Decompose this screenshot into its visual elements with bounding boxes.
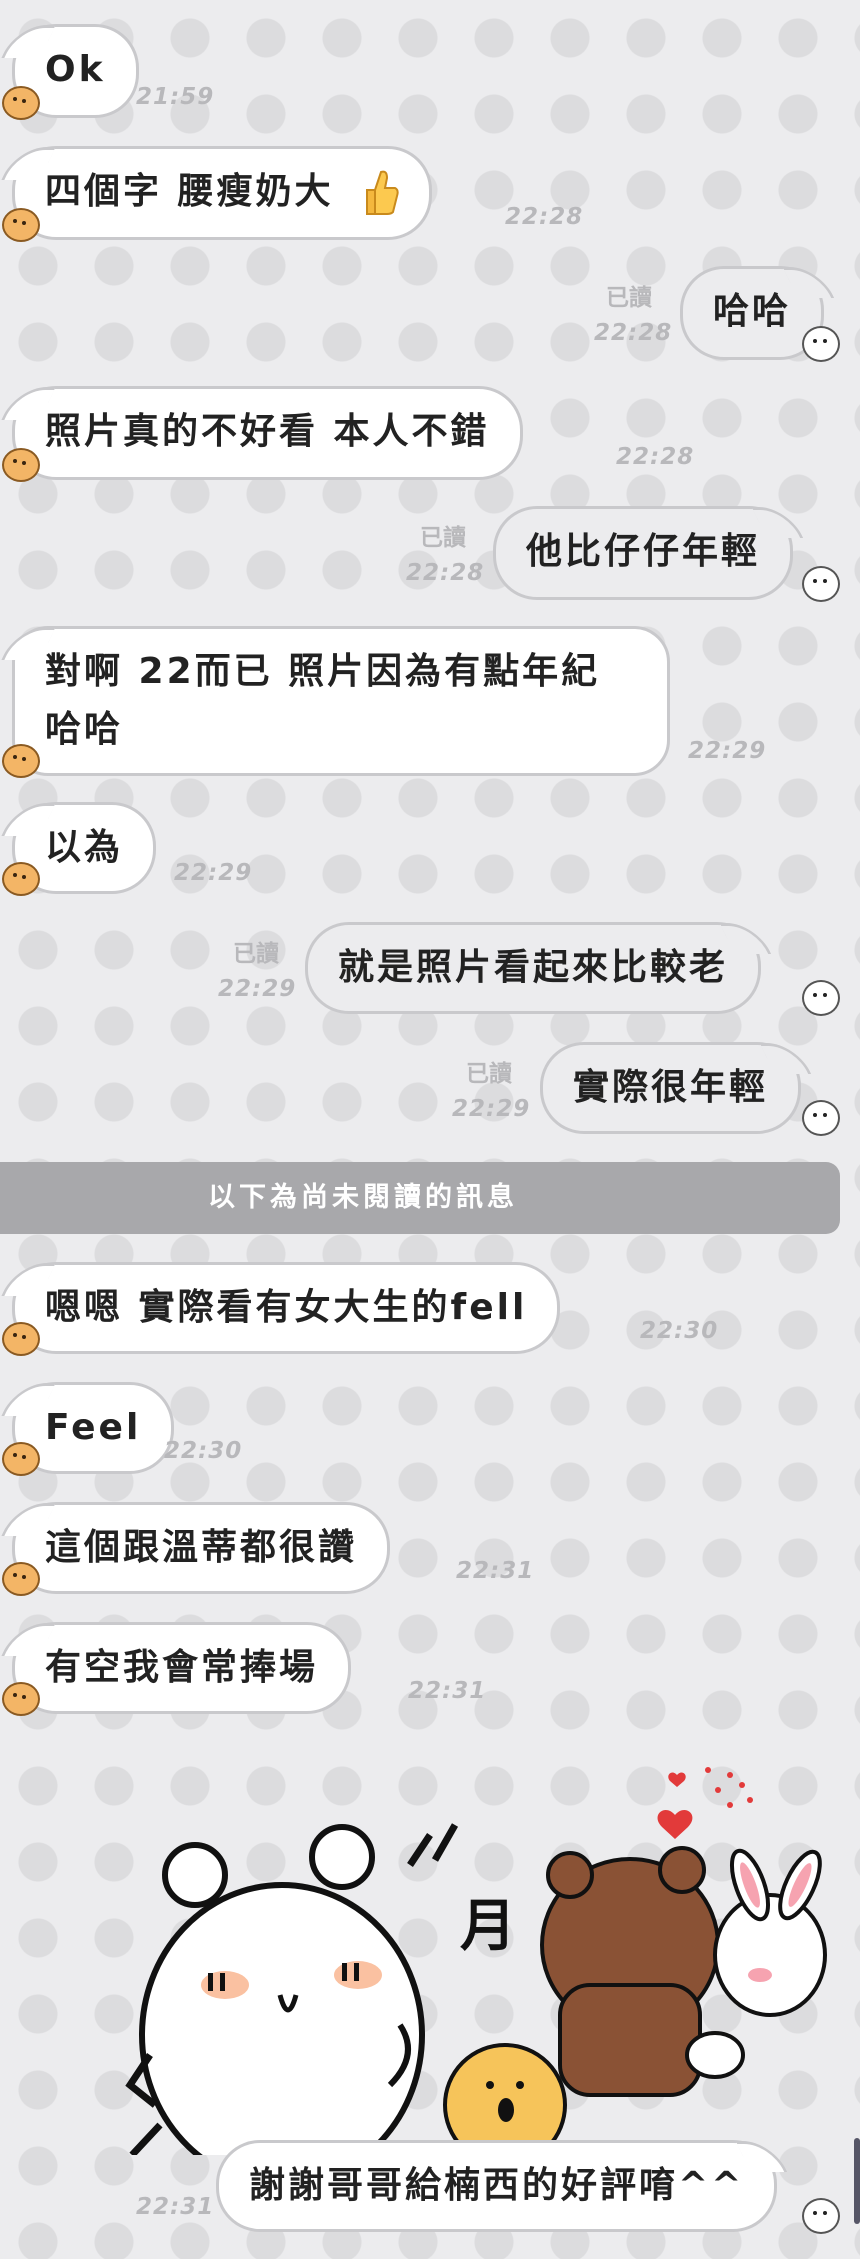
sender-avatar-icon[interactable] <box>2 1562 40 1596</box>
message-text: 哈哈 <box>713 291 792 332</box>
message-time: 22:30 <box>164 1438 243 1464</box>
bear-and-bunny-sticker[interactable]: 月 <box>110 1755 830 2188</box>
message-time: 22:29 <box>218 976 297 1002</box>
sender-avatar-icon[interactable] <box>2 448 40 482</box>
message-time: 22:28 <box>594 320 673 346</box>
message-bubble[interactable]: 實際很年輕 <box>540 1042 812 1134</box>
message-text: 四個字 腰瘦奶大 <box>45 171 334 212</box>
message-time: 22:28 <box>505 204 584 230</box>
my-avatar-icon[interactable] <box>802 2198 840 2234</box>
sticker-text: 月 <box>460 1894 516 1959</box>
message-text: 對啊 22而已 照片因為有點年紀哈哈 <box>45 651 601 750</box>
read-receipt: 已讀 <box>606 285 652 311</box>
chat-area: Ok 21:59 四個字 腰瘦奶大 22:28 已讀 22:28 哈哈 照片真的… <box>0 0 860 2259</box>
message-text: 有空我會常捧場 <box>45 1647 319 1688</box>
sender-avatar-icon[interactable] <box>2 1682 40 1716</box>
message-time: 22:29 <box>688 738 767 764</box>
unread-divider: 以下為尚未閱讀的訊息 <box>0 1162 840 1234</box>
sender-avatar-icon[interactable] <box>2 1322 40 1356</box>
message-text: 嗯嗯 實際看有女大生的fell <box>45 1287 528 1328</box>
message-text: 謝謝哥哥給楠西的好評唷^^ <box>249 2165 745 2206</box>
sender-avatar-icon[interactable] <box>2 744 40 778</box>
message-bubble[interactable]: 嗯嗯 實際看有女大生的fell <box>1 1262 561 1354</box>
sender-avatar-icon[interactable] <box>2 208 40 242</box>
my-avatar-icon[interactable] <box>802 326 840 362</box>
sender-avatar-icon[interactable] <box>2 86 40 120</box>
my-avatar-icon[interactable] <box>802 980 840 1016</box>
message-time: 22:28 <box>406 560 485 586</box>
message-text: 以為 <box>45 827 124 868</box>
my-avatar-icon[interactable] <box>802 1100 840 1136</box>
message-text: 實際很年輕 <box>573 1067 769 1108</box>
read-receipt: 已讀 <box>420 525 466 551</box>
message-bubble[interactable]: 四個字 腰瘦奶大 <box>1 146 433 240</box>
message-bubble[interactable]: 對啊 22而已 照片因為有點年紀哈哈 <box>1 626 670 776</box>
message-text: 照片真的不好看 本人不錯 <box>45 411 490 452</box>
message-bubble[interactable]: 就是照片看起來比較老 <box>305 922 772 1014</box>
message-bubble[interactable]: 這個跟溫蒂都很讚 <box>1 1502 391 1594</box>
message-time: 22:30 <box>640 1318 719 1344</box>
message-text: Feel <box>45 1407 142 1448</box>
message-time: 22:31 <box>456 1558 535 1584</box>
sender-avatar-icon[interactable] <box>2 862 40 896</box>
message-time: 21:59 <box>136 84 215 110</box>
my-avatar-icon[interactable] <box>802 566 840 602</box>
message-bubble[interactable]: 謝謝哥哥給楠西的好評唷^^ <box>216 2140 788 2232</box>
message-time: 22:28 <box>616 444 695 470</box>
message-bubble[interactable]: 有空我會常捧場 <box>1 1622 352 1714</box>
thumbs-up-icon <box>361 168 399 218</box>
message-time: 22:29 <box>174 860 253 886</box>
sender-avatar-icon[interactable] <box>2 1442 40 1476</box>
message-text: Ok <box>45 49 106 90</box>
message-time: 22:31 <box>136 2194 215 2220</box>
scrollbar[interactable] <box>854 2138 860 2224</box>
message-time: 22:31 <box>408 1678 487 1704</box>
read-receipt: 已讀 <box>233 941 279 967</box>
message-time: 22:29 <box>452 1096 531 1122</box>
message-bubble[interactable]: 他比仔仔年輕 <box>493 506 804 600</box>
message-text: 他比仔仔年輕 <box>526 531 761 572</box>
message-text: 就是照片看起來比較老 <box>338 947 729 988</box>
read-receipt: 已讀 <box>466 1061 512 1087</box>
message-text: 這個跟溫蒂都很讚 <box>45 1527 358 1568</box>
message-bubble[interactable]: 照片真的不好看 本人不錯 <box>1 386 523 480</box>
